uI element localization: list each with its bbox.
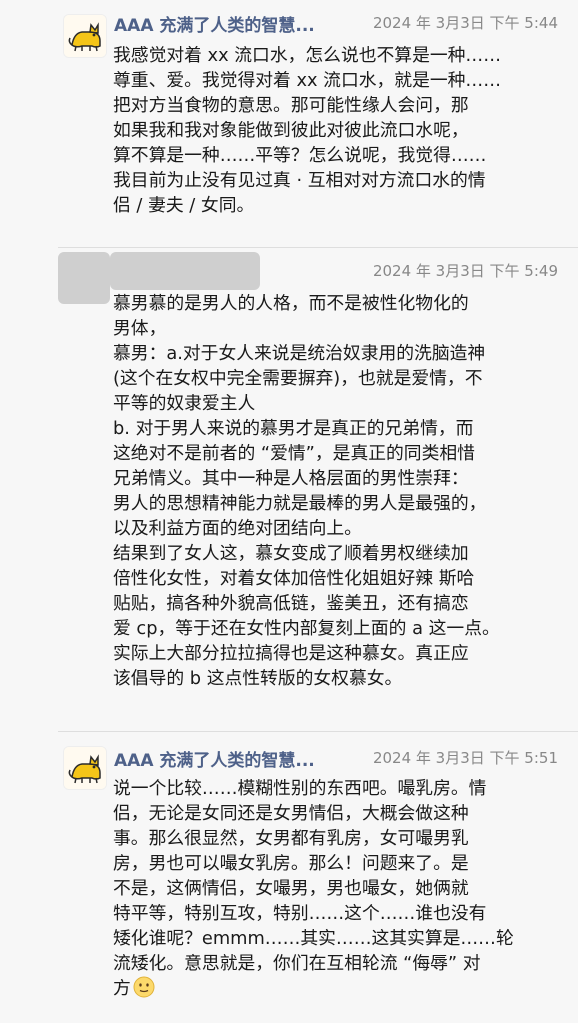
text-line: 倍性化女性，对着女体加倍性化姐姐好辣 斯哈	[113, 568, 475, 589]
text-line: 特平等，特别互攻，特别……这个……谁也没有	[113, 903, 487, 924]
text-line: 结果到了女人这，慕女变成了顺着男权继续加	[113, 543, 469, 564]
text-line: 慕男：a.对于女人来说是统治奴隶用的洗脑造神	[113, 343, 486, 364]
text-line: 尊重、爱。我觉得对着 xx 流口水，就是一种……	[113, 70, 501, 91]
comment-item: AAA 充满了人类的智慧... 2024 年 3月3日 下午 5:51 说一个比…	[0, 732, 578, 1023]
comment-text: 我感觉对着 xx 流口水，怎么说也不算是一种…… 尊重、爱。我觉得对着 xx 流…	[113, 43, 558, 218]
text-line: 贴贴，搞各种外貌高低链，鉴美丑，还有搞恋	[113, 593, 469, 614]
awkward-smile-emoji-icon	[133, 976, 155, 998]
text-line: (这个在女权中完全需要摒弃)，也就是爱情，不	[113, 368, 483, 389]
text-line: 我目前为止没有见过真 · 互相对对方流口水的情	[113, 170, 486, 191]
cat-avatar-icon	[64, 747, 106, 789]
text-line: 侣 / 妻夫 / 女同。	[113, 195, 255, 216]
text-line: 如果我和我对象能做到彼此对彼此流口水呢，	[113, 120, 469, 141]
text-line: 爱 cp，等于还在女性内部复刻上面的 a 这一点。	[113, 618, 500, 639]
text-line: 算不算是一种……平等？怎么说呢，我觉得……	[113, 145, 487, 166]
text-line-with-emoji: 方	[113, 976, 558, 1001]
text-line: 兄弟情义。其中一种是人格层面的男性崇拜：	[113, 468, 469, 489]
text-line: 男体，	[113, 318, 167, 339]
cat-avatar-icon	[64, 15, 106, 57]
text-line: 事。那么很显然，女男都有乳房，女可嘬男乳	[113, 828, 469, 849]
avatar[interactable]	[63, 746, 107, 790]
comment-text: 说一个比较……模糊性别的东西吧。嘬乳房。情 侣，无论是女同还是女男情侣，大概会做…	[113, 776, 558, 1001]
comment-item: 2024 年 3月3日 下午 5:49 慕男慕的是男人的人格，而不是被性化物化的…	[0, 248, 578, 732]
comment-item: AAA 充满了人类的智慧... 2024 年 3月3日 下午 5:44 我感觉对…	[0, 0, 578, 248]
text-line: 该倡导的 b 这点性转版的女权慕女。	[113, 668, 403, 689]
text-line: 以及利益方面的绝对团结向上。	[113, 518, 362, 539]
text-line: 不是，这俩情侣，女嘬男，男也嘬女，她俩就	[113, 878, 469, 899]
username-redacted	[110, 252, 260, 290]
text-line: 把对方当食物的意思。那可能性缘人会问，那	[113, 95, 469, 116]
comment-text: 慕男慕的是男人的人格，而不是被性化物化的 男体， 慕男：a.对于女人来说是统治奴…	[113, 291, 558, 691]
text-line: 流矮化。意思就是，你们在互相轮流 “侮辱” 对	[113, 953, 481, 974]
text-line: 方	[113, 978, 131, 999]
text-line: 矮化谁呢？emmm……其实……这其实算是……轮	[113, 928, 514, 949]
text-line: 平等的奴隶爱主人	[113, 393, 256, 414]
timestamp: 2024 年 3月3日 下午 5:49	[372, 262, 558, 280]
text-line: 这绝对不是前者的 “爱情”，是真正的同类相惜	[113, 443, 475, 464]
timestamp: 2024 年 3月3日 下午 5:51	[372, 749, 558, 767]
text-line: 慕男慕的是男人的人格，而不是被性化物化的	[113, 293, 469, 314]
text-line: 男人的思想精神能力就是最棒的男人是最强的，	[113, 493, 487, 514]
text-line: 房，男也可以嘬女乳房。那么！问题来了。是	[113, 853, 469, 874]
username[interactable]: AAA 充满了人类的智慧...	[114, 11, 315, 36]
text-line: 实际上大部分拉拉搞得也是这种慕女。真正应	[113, 643, 469, 664]
text-line: 侣，无论是女同还是女男情侣，大概会做这种	[113, 803, 469, 824]
text-line: b. 对于男人来说的慕男才是真正的兄弟情，而	[113, 418, 474, 439]
text-line: 我感觉对着 xx 流口水，怎么说也不算是一种……	[113, 45, 501, 66]
avatar[interactable]	[63, 14, 107, 58]
username[interactable]: AAA 充满了人类的智慧...	[114, 746, 315, 771]
timestamp: 2024 年 3月3日 下午 5:44	[372, 14, 558, 32]
text-line: 说一个比较……模糊性别的东西吧。嘬乳房。情	[113, 778, 487, 799]
avatar[interactable]	[58, 252, 110, 304]
